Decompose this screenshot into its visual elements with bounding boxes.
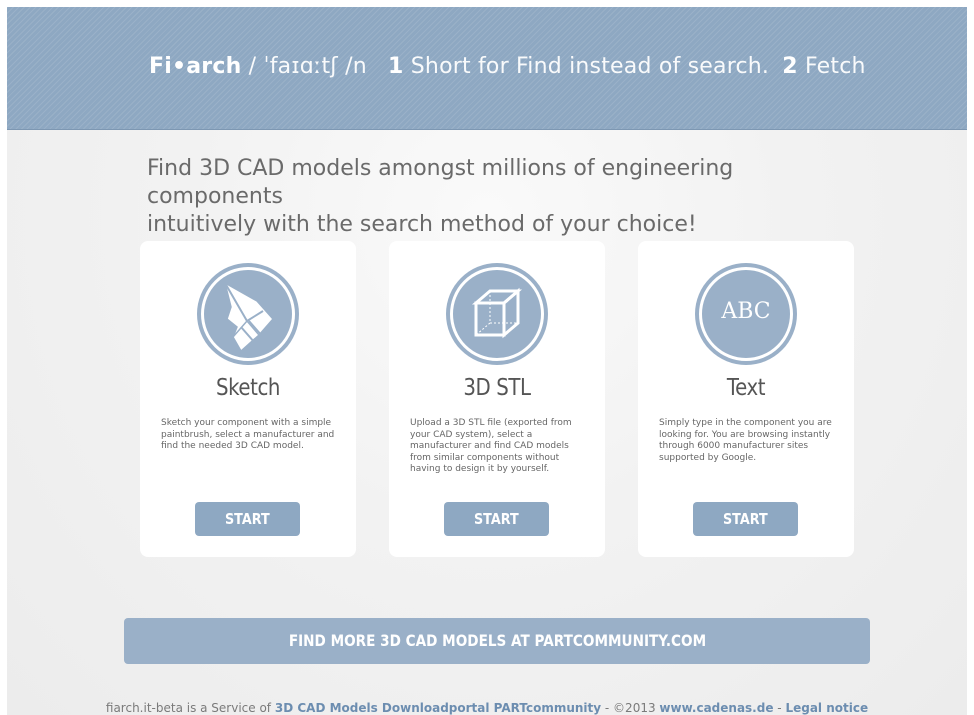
stl-card: 3D STL Upload a 3D STL file (exported fr…: [389, 241, 605, 557]
definition-2: Fetch: [797, 54, 866, 79]
abc-icon-label: ABC: [721, 299, 771, 324]
hero-banner: Fi•arch / ˈfaɪɑːtʃ /n 1 Short for Find i…: [7, 7, 967, 130]
intro-line-2: intuitively with the search method of yo…: [147, 212, 697, 237]
sketch-start-button[interactable]: START: [195, 502, 300, 536]
partcommunity-link[interactable]: 3D CAD Models Downloadportal PARTcommuni…: [275, 701, 601, 715]
hero-definition: Fi•arch / ˈfaɪɑːtʃ /n 1 Short for Find i…: [149, 54, 866, 79]
stl-description: Upload a 3D STL file (exported from your…: [410, 418, 572, 474]
text-title: Text: [726, 375, 766, 401]
definition-number-2: 2: [782, 54, 798, 79]
pencil-icon[interactable]: [197, 263, 299, 365]
abc-text-icon[interactable]: ABC: [695, 263, 797, 365]
stl-start-button[interactable]: START: [444, 502, 549, 536]
page: Fi•arch / ˈfaɪɑːtʃ /n 1 Short for Find i…: [7, 7, 967, 715]
text-start-button[interactable]: START: [693, 502, 798, 536]
legal-notice-link[interactable]: Legal notice: [785, 701, 868, 715]
cadenas-link[interactable]: www.cadenas.de: [659, 701, 773, 715]
footer-copyright: - ©2013: [601, 701, 660, 715]
sketch-card: Sketch Sketch your component with a simp…: [140, 241, 356, 557]
stl-title: 3D STL: [463, 375, 531, 401]
definition-number-1: 1: [388, 54, 404, 79]
sketch-description: Sketch your component with a simple pain…: [161, 418, 335, 451]
intro-line-1: Find 3D CAD models amongst millions of e…: [147, 156, 734, 209]
text-description: Simply type in the component you are loo…: [659, 418, 832, 463]
pronunciation: / ˈfaɪɑːtʃ /n: [241, 54, 367, 79]
text-card: ABC Text Simply type in the component yo…: [638, 241, 854, 557]
footer: fiarch.it-beta is a Service of 3D CAD Mo…: [7, 701, 967, 715]
sketch-title: Sketch: [215, 375, 281, 401]
brand-logo: Fi•arch: [149, 54, 242, 79]
footer-separator: -: [773, 701, 786, 715]
footer-prefix: fiarch.it-beta is a Service of: [105, 701, 275, 715]
cube-icon[interactable]: [446, 263, 548, 365]
partcommunity-button[interactable]: FIND MORE 3D CAD MODELS AT PARTCOMMUNITY…: [124, 618, 870, 664]
definition-1: Short for Find instead of search.: [403, 54, 770, 79]
intro-heading: Find 3D CAD models amongst millions of e…: [147, 155, 867, 239]
